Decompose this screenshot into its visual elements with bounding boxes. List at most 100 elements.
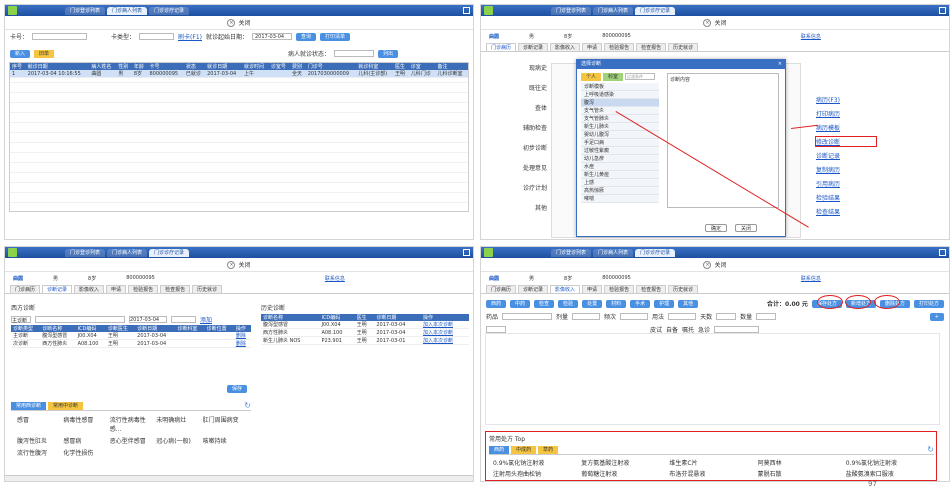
tab-visit-records[interactable]: 门诊诊疗记录 — [635, 249, 676, 257]
tab-visit-records[interactable]: 门诊诊疗记录 — [149, 7, 190, 15]
tab-patient-list[interactable]: 门诊病人列表 — [593, 249, 634, 257]
list-item[interactable]: 流行性病毒性感... — [110, 415, 152, 433]
list-item[interactable]: 诊断模板 — [581, 83, 659, 91]
close-label[interactable]: 关闭 — [238, 260, 250, 269]
subtab-imaging[interactable]: 影像收入 — [550, 285, 581, 293]
usage-input[interactable] — [668, 313, 697, 320]
col-header[interactable]: 病人姓名 — [89, 63, 117, 70]
col-header[interactable]: 医生 — [354, 314, 375, 321]
dialog-tab-dept[interactable]: 科室 — [603, 73, 624, 81]
dialog-ok-button[interactable]: 确定 — [705, 224, 728, 232]
list-item[interactable]: 支气管肺炎 — [581, 115, 659, 123]
cardtype-select[interactable] — [139, 33, 175, 40]
list-button[interactable]: 列出 — [378, 49, 399, 58]
subtab-diagnosis[interactable]: 诊断记录 — [42, 285, 73, 293]
type-button[interactable]: 手术 — [630, 299, 651, 308]
tab-registration[interactable]: 门诊登诊列表 — [65, 249, 106, 257]
subtab-diagnosis[interactable]: 诊断记录 — [518, 285, 549, 293]
subtab-request[interactable]: 申请 — [582, 43, 603, 51]
tab-registration[interactable]: 门诊登诊列表 — [65, 7, 106, 15]
subtab-history[interactable]: 历史就诊 — [668, 285, 699, 293]
subtab-history[interactable]: 历史就诊 — [668, 43, 699, 51]
list-item[interactable]: 上感 — [581, 179, 659, 187]
col-header[interactable]: 诊断位置 — [204, 325, 234, 332]
col-header[interactable]: 诊断名称 — [261, 314, 320, 321]
refresh-icon[interactable]: ↻ — [244, 401, 251, 410]
list-item[interactable]: 化学性损伤 — [63, 448, 105, 457]
close-label[interactable]: 关闭 — [714, 18, 726, 27]
col-header[interactable]: 诊断医生 — [105, 325, 136, 332]
col-header[interactable]: 诊断类型 — [11, 325, 41, 332]
right-link[interactable]: 检验结果 — [816, 193, 876, 202]
dx-dept-input[interactable] — [171, 316, 196, 323]
common-tab-western[interactable]: 常用西诊断 — [11, 401, 47, 410]
tab-patient-list[interactable]: 门诊病人列表 — [107, 7, 148, 15]
col-header[interactable]: ICD编码 — [75, 325, 106, 332]
col-header[interactable]: 诊断日期 — [135, 325, 176, 332]
list-item[interactable]: 未明确病灶 — [156, 415, 198, 433]
list-item[interactable]: 新生儿黄疸 — [581, 171, 659, 179]
right-link[interactable]: 复制病历 — [816, 165, 876, 174]
dx-type-select[interactable]: 主诊断 — [11, 316, 31, 324]
col-header[interactable]: 就诊科室 — [356, 63, 394, 70]
list-item[interactable]: 腹泻 — [581, 99, 659, 107]
bottom-tab-patent[interactable]: 中成药 — [511, 445, 537, 454]
close-label[interactable]: 关闭 — [238, 18, 250, 27]
dialog-tab-personal[interactable]: 个人 — [581, 73, 602, 81]
save-button[interactable]: 保存 — [227, 385, 248, 393]
table-row[interactable]: 西方性肺炎 A08.100 王明 2017-03-04 加入本次诊断 — [261, 328, 469, 337]
col-header[interactable]: 诊断日期 — [374, 314, 421, 321]
card-input[interactable] — [32, 33, 88, 40]
type-button[interactable]: 检查 — [534, 299, 555, 308]
close-icon[interactable]: × — [703, 260, 712, 269]
grid-menu-icon[interactable] — [939, 7, 946, 14]
dx-date-input[interactable]: 2017-03-04 — [129, 316, 167, 323]
dialog-search-input[interactable]: 过滤条件 — [625, 73, 656, 80]
table-row[interactable]: 腹泻型感冒 J00.X04 王明 2017-03-04 加入本次诊断 — [261, 321, 469, 329]
list-item[interactable]: 葡萄糖注射液 — [581, 469, 665, 478]
drug-input[interactable] — [502, 313, 553, 320]
col-header[interactable]: 费别 — [290, 63, 306, 70]
col-header[interactable]: 序号 — [10, 63, 26, 70]
table-row[interactable]: 次诊断 西方性肺炎 A08.100 王明 2017-03-04 删除 — [11, 339, 251, 348]
add-to-current-link[interactable]: 加入本次诊断 — [420, 336, 469, 345]
status-select[interactable] — [334, 50, 375, 57]
modify-diagnosis-link[interactable]: 修改诊断 — [815, 136, 877, 147]
list-item[interactable]: 冠心病(一般) — [156, 436, 198, 445]
print-list-button[interactable]: 打印清单 — [320, 32, 351, 41]
list-item[interactable]: 布洛芬混悬液 — [669, 469, 753, 478]
tab-visit-records[interactable]: 门诊诊疗记录 — [149, 249, 190, 257]
list-item[interactable]: 维生素C片 — [669, 458, 753, 467]
bottom-tab-western[interactable]: 西药 — [489, 445, 510, 454]
list-item[interactable]: 水痘 — [581, 163, 659, 171]
subtab-record[interactable]: 门诊病历 — [10, 285, 41, 293]
list-item[interactable]: 阿莫西林 — [758, 458, 842, 467]
type-button[interactable]: 检验 — [558, 299, 579, 308]
list-item[interactable]: 哮喘 — [581, 195, 659, 203]
dialog-right[interactable]: 诊断内容 — [667, 73, 779, 208]
horizontal-scrollbar[interactable] — [5, 475, 473, 481]
list-item[interactable]: 盐酸氨溴索口服液 — [846, 469, 930, 478]
subtab-exam[interactable]: 检查报告 — [636, 43, 667, 51]
subtab-record[interactable]: 门诊病历 — [486, 285, 517, 293]
contact-link[interactable]: 联系信息 — [801, 275, 821, 282]
table-row[interactable]: 主诊断 腹泻型感冒 J00.X04 王明 2017-03-04 删除 — [11, 332, 251, 340]
close-icon[interactable]: × — [778, 60, 782, 69]
type-button[interactable]: 材料 — [606, 299, 627, 308]
subtab-imaging[interactable]: 影像收入 — [74, 285, 105, 293]
col-header[interactable]: 性别 — [116, 63, 132, 70]
subtab-lab[interactable]: 检验报告 — [604, 43, 635, 51]
dose-input[interactable] — [572, 313, 601, 320]
tab-registration[interactable]: 门诊登诊列表 — [551, 249, 592, 257]
type-button[interactable]: 护理 — [654, 299, 675, 308]
type-button[interactable]: 西药 — [486, 299, 507, 308]
right-link[interactable]: 引用病历 — [816, 179, 876, 188]
subtab-request[interactable]: 申请 — [582, 285, 603, 293]
tab-visit-records[interactable]: 门诊诊疗记录 — [635, 7, 676, 15]
list-item[interactable]: 复方氨基酸注射液 — [581, 458, 665, 467]
list-item[interactable]: 病毒性感冒 — [63, 415, 105, 433]
tab-old[interactable]: 旧单 — [34, 49, 55, 58]
add-diagnosis-link[interactable]: 添加 — [200, 315, 212, 324]
list-item[interactable]: 幼儿急疹 — [581, 155, 659, 163]
subtab-lab[interactable]: 检验报告 — [604, 285, 635, 293]
